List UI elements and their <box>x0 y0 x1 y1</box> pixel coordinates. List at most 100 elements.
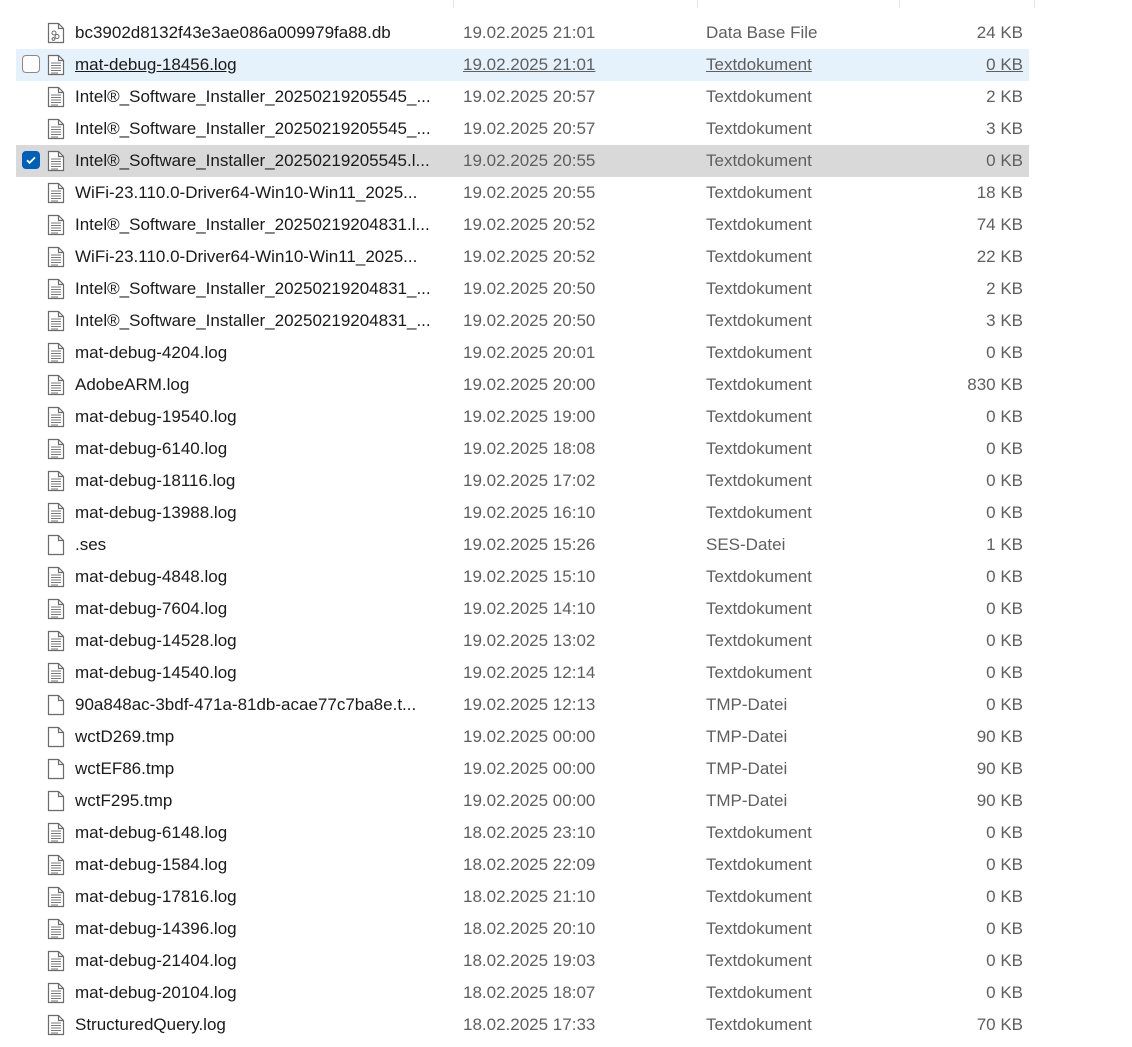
text-file-icon <box>47 214 65 236</box>
file-size: 0 KB <box>986 151 1023 170</box>
file-name: Intel®_Software_Installer_20250219205545… <box>75 87 431 106</box>
file-row[interactable]: Intel®_Software_Installer_20250219204831… <box>16 273 1029 305</box>
file-row[interactable]: StructuredQuery.log 18.02.2025 17:33 Tex… <box>16 1009 1029 1041</box>
file-row[interactable]: mat-debug-14528.log 19.02.2025 13:02 Tex… <box>16 625 1029 657</box>
file-name: mat-debug-1584.log <box>75 855 228 874</box>
file-row[interactable]: wctF295.tmp 19.02.2025 00:00 TMP-Datei 9… <box>16 785 1029 817</box>
file-modified-date: 19.02.2025 20:57 <box>463 87 596 106</box>
file-type: Data Base File <box>706 23 818 42</box>
file-row[interactable]: Intel®_Software_Installer_20250219205545… <box>16 113 1029 145</box>
file-row[interactable]: mat-debug-4848.log 19.02.2025 15:10 Text… <box>16 561 1029 593</box>
file-type: Textdokument <box>706 919 812 938</box>
file-name: mat-debug-7604.log <box>75 599 228 618</box>
file-size: 0 KB <box>986 983 1023 1002</box>
file-row[interactable]: mat-debug-19540.log 19.02.2025 19:00 Tex… <box>16 401 1029 433</box>
file-name: mat-debug-13988.log <box>75 503 237 522</box>
file-size: 0 KB <box>986 599 1023 618</box>
file-name: wctEF86.tmp <box>75 759 175 778</box>
file-row[interactable]: mat-debug-14396.log 18.02.2025 20:10 Tex… <box>16 913 1029 945</box>
file-name: mat-debug-17816.log <box>75 887 237 906</box>
file-modified-date: 19.02.2025 15:26 <box>463 535 596 554</box>
file-type: Textdokument <box>706 631 812 650</box>
text-file-icon <box>47 374 65 396</box>
file-modified-date: 18.02.2025 17:33 <box>463 1015 596 1034</box>
file-row[interactable]: Intel®_Software_Installer_20250219205545… <box>16 81 1029 113</box>
file-row[interactable]: 90a848ac-3bdf-471a-81db-acae77c7ba8e.t..… <box>16 689 1029 721</box>
file-row[interactable]: bc3902d8132f43e3ae086a009979fa88.db 19.0… <box>16 17 1029 49</box>
file-size: 0 KB <box>986 887 1023 906</box>
file-type: Textdokument <box>706 855 812 874</box>
file-row[interactable]: mat-debug-6148.log 18.02.2025 23:10 Text… <box>16 817 1029 849</box>
file-row[interactable]: mat-debug-7604.log 19.02.2025 14:10 Text… <box>16 593 1029 625</box>
file-type: Textdokument <box>706 55 812 74</box>
file-row[interactable]: mat-debug-18456.log 19.02.2025 21:01 Tex… <box>16 49 1029 81</box>
file-row[interactable]: AdobeARM.log 19.02.2025 20:00 Textdokume… <box>16 369 1029 401</box>
file-type: Textdokument <box>706 1015 812 1034</box>
text-file-icon <box>47 982 65 1004</box>
file-row[interactable]: Intel®_Software_Installer_20250219205545… <box>16 145 1029 177</box>
file-modified-date: 19.02.2025 20:52 <box>463 247 596 266</box>
file-size: 0 KB <box>986 823 1023 842</box>
file-name: mat-debug-6148.log <box>75 823 228 842</box>
file-type: Textdokument <box>706 823 812 842</box>
file-row[interactable]: mat-debug-20104.log 18.02.2025 18:07 Tex… <box>16 977 1029 1009</box>
file-type: Textdokument <box>706 119 812 138</box>
file-name: wctD269.tmp <box>75 727 175 746</box>
file-size: 2 KB <box>986 87 1023 106</box>
file-name: mat-debug-18456.log <box>75 55 237 74</box>
file-row[interactable]: mat-debug-13988.log 19.02.2025 16:10 Tex… <box>16 497 1029 529</box>
file-row[interactable]: WiFi-23.110.0-Driver64-Win10-Win11_2025.… <box>16 177 1029 209</box>
file-row[interactable]: Intel®_Software_Installer_20250219204831… <box>16 305 1029 337</box>
blank-file-icon <box>47 726 65 748</box>
file-type: Textdokument <box>706 471 812 490</box>
text-file-icon <box>47 854 65 876</box>
file-row[interactable]: mat-debug-14540.log 19.02.2025 12:14 Tex… <box>16 657 1029 689</box>
file-name: mat-debug-19540.log <box>75 407 237 426</box>
file-size: 74 KB <box>976 215 1023 234</box>
file-modified-date: 19.02.2025 20:57 <box>463 119 596 138</box>
file-name: Intel®_Software_Installer_20250219204831… <box>75 279 431 298</box>
file-size: 70 KB <box>976 1015 1023 1034</box>
text-file-icon <box>47 566 65 588</box>
file-row[interactable]: mat-debug-6140.log 19.02.2025 18:08 Text… <box>16 433 1029 465</box>
file-modified-date: 19.02.2025 00:00 <box>463 727 596 746</box>
text-file-icon <box>47 406 65 428</box>
text-file-icon <box>47 118 65 140</box>
text-file-icon <box>47 310 65 332</box>
file-type: SES-Datei <box>706 535 786 554</box>
file-row[interactable]: mat-debug-21404.log 18.02.2025 19:03 Tex… <box>16 945 1029 977</box>
file-modified-date: 18.02.2025 22:09 <box>463 855 596 874</box>
file-modified-date: 19.02.2025 14:10 <box>463 599 596 618</box>
file-type: Textdokument <box>706 663 812 682</box>
text-file-icon <box>47 150 65 172</box>
file-row[interactable]: Intel®_Software_Installer_20250219204831… <box>16 209 1029 241</box>
file-row[interactable]: mat-debug-1584.log 18.02.2025 22:09 Text… <box>16 849 1029 881</box>
file-row[interactable]: mat-debug-4204.log 19.02.2025 20:01 Text… <box>16 337 1029 369</box>
file-name: mat-debug-14396.log <box>75 919 237 938</box>
file-row[interactable]: WiFi-23.110.0-Driver64-Win10-Win11_2025.… <box>16 241 1029 273</box>
row-checkbox[interactable] <box>22 55 40 73</box>
text-file-icon <box>47 502 65 524</box>
file-modified-date: 19.02.2025 13:02 <box>463 631 596 650</box>
file-row[interactable]: wctEF86.tmp 19.02.2025 00:00 TMP-Datei 9… <box>16 753 1029 785</box>
file-type: Textdokument <box>706 311 812 330</box>
file-row[interactable]: mat-debug-17816.log 18.02.2025 21:10 Tex… <box>16 881 1029 913</box>
file-row[interactable]: mat-debug-18116.log 19.02.2025 17:02 Tex… <box>16 465 1029 497</box>
file-size: 22 KB <box>976 247 1023 266</box>
file-type: Textdokument <box>706 151 812 170</box>
file-modified-date: 19.02.2025 18:08 <box>463 439 596 458</box>
row-checkbox[interactable] <box>22 151 40 169</box>
db-file-icon <box>47 22 65 44</box>
file-row[interactable]: wctD269.tmp 19.02.2025 00:00 TMP-Datei 9… <box>16 721 1029 753</box>
file-name: mat-debug-14528.log <box>75 631 237 650</box>
file-name: mat-debug-20104.log <box>75 983 237 1002</box>
text-file-icon <box>47 182 65 204</box>
file-name: wctF295.tmp <box>75 791 173 810</box>
file-size: 0 KB <box>986 407 1023 426</box>
file-modified-date: 19.02.2025 20:00 <box>463 375 596 394</box>
file-modified-date: 19.02.2025 20:55 <box>463 183 596 202</box>
file-row[interactable]: .ses 19.02.2025 15:26 SES-Datei 1 KB <box>16 529 1029 561</box>
column-header-dividers <box>0 0 1132 8</box>
file-modified-date: 19.02.2025 00:00 <box>463 759 596 778</box>
file-modified-date: 19.02.2025 19:00 <box>463 407 596 426</box>
